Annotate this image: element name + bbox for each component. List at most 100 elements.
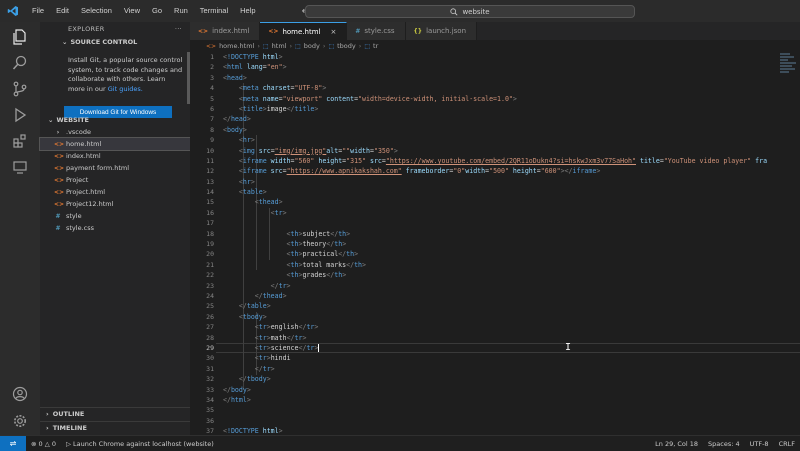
code-lines[interactable]: <!DOCTYPE html> <html lang="en"> <head> <m…	[223, 52, 800, 436]
code-line[interactable]: </table>	[223, 301, 800, 311]
code-line[interactable]: <!DOCTYPE html>	[223, 52, 800, 62]
code-line[interactable]: </tr>	[223, 281, 800, 291]
code-line[interactable]: <th>total marks</th>	[223, 260, 800, 270]
source-control-icon[interactable]	[9, 78, 31, 100]
chevron-right-icon: ›	[46, 423, 49, 432]
breadcrumb-item[interactable]: tbody	[337, 42, 356, 50]
code-line[interactable]: </tr>	[223, 364, 800, 374]
menu-go[interactable]: Go	[146, 0, 168, 22]
outline-section[interactable]: › OUTLINE	[40, 407, 190, 419]
code-line[interactable]: <tr>science</tr>	[223, 343, 800, 353]
breadcrumb-item[interactable]: html	[272, 42, 287, 50]
file-tree-item[interactable]: <> payment form.html	[40, 162, 190, 174]
search-icon[interactable]	[9, 52, 31, 74]
file-tree-item[interactable]: <> Project12.html	[40, 198, 190, 210]
menu-help[interactable]: Help	[234, 0, 261, 22]
menu-view[interactable]: View	[118, 0, 146, 22]
breadcrumb-item[interactable]: tr	[373, 42, 378, 50]
code-token: frameborder	[401, 167, 450, 176]
command-center-search[interactable]: website	[305, 5, 635, 18]
tab-launch-json[interactable]: {} launch.json	[405, 22, 478, 40]
tab-home-html[interactable]: <> home.html ×	[260, 22, 348, 40]
code-line[interactable]: <img src="img/img.jpg"alt=""width="350">	[223, 146, 800, 156]
code-line[interactable]	[223, 405, 800, 415]
code-line[interactable]: <title>image</title>	[223, 104, 800, 114]
code-line[interactable]: </thead>	[223, 291, 800, 301]
code-line[interactable]: <tr>english</tr>	[223, 322, 800, 332]
source-control-section[interactable]: ⌄ SOURCE CONTROL	[40, 36, 190, 48]
code-line[interactable]	[223, 218, 800, 228]
file-tree-item[interactable]: <> Project.html	[40, 186, 190, 198]
file-tree-item[interactable]: <> Project	[40, 174, 190, 186]
file-tree-item[interactable]: › .vscode	[40, 126, 190, 138]
file-tree-item[interactable]: <> home.html	[39, 137, 191, 151]
code-line[interactable]: <tbody>	[223, 312, 800, 322]
code-editor[interactable]: 1 2 3 4 5 6 7 8 9 10 11 12 13 14 15 16 17 18 19 20 21 22 23 24 2…	[190, 52, 800, 435]
code-token: >	[262, 188, 267, 197]
code-line[interactable]: <th>grades</th>	[223, 270, 800, 280]
indentation[interactable]: Spaces: 4	[703, 440, 745, 448]
file-tree-item[interactable]: <> index.html	[40, 150, 190, 162]
menu-file[interactable]: File	[26, 0, 50, 22]
remote-indicator-icon[interactable]: ⇌	[0, 435, 26, 451]
code-line[interactable]	[223, 416, 800, 426]
code-line[interactable]: <body>	[223, 125, 800, 135]
extensions-icon[interactable]	[9, 130, 31, 152]
code-line[interactable]: <meta charset="UTF-8">	[223, 83, 800, 93]
timeline-section[interactable]: › TIMELINE	[40, 421, 190, 433]
account-icon[interactable]	[9, 383, 31, 405]
end-of-line[interactable]: CRLF	[774, 440, 800, 448]
tab-style-css[interactable]: # style.css	[347, 22, 406, 40]
code-line[interactable]: <tr>hindi	[223, 353, 800, 363]
chevron-right-icon: ›	[46, 409, 49, 418]
menu-terminal[interactable]: Terminal	[194, 0, 234, 22]
close-icon[interactable]: ×	[330, 28, 336, 36]
code-line[interactable]: <th>subject</th>	[223, 229, 800, 239]
line-number: 8	[210, 125, 214, 134]
code-line[interactable]: <thead>	[223, 197, 800, 207]
code-line[interactable]: <th>practical</th>	[223, 249, 800, 259]
code-line[interactable]: <iframe width="560" height="315" src="ht…	[223, 156, 800, 166]
code-line[interactable]: <html lang="en">	[223, 62, 800, 72]
code-token: title	[242, 104, 263, 113]
cursor-position[interactable]: Ln 29, Col 18	[650, 440, 703, 448]
code-line[interactable]: <hr>	[223, 135, 800, 145]
code-line[interactable]: <th>theory</th>	[223, 239, 800, 249]
file-tree-item[interactable]: # style	[40, 210, 190, 222]
code-token: practical	[302, 250, 339, 259]
code-line[interactable]: <table>	[223, 187, 800, 197]
code-line[interactable]: <tr>	[223, 208, 800, 218]
file-tree-item[interactable]: # style.css	[40, 222, 190, 234]
breadcrumb-item[interactable]: body	[304, 42, 320, 50]
code-line[interactable]: <tr>math</tr>	[223, 333, 800, 343]
code-line[interactable]: <meta name="viewport" content="width=dev…	[223, 94, 800, 104]
encoding[interactable]: UTF-8	[745, 440, 774, 448]
explorer-files-icon[interactable]	[9, 26, 31, 48]
menu-edit[interactable]: Edit	[50, 0, 75, 22]
settings-gear-icon[interactable]	[9, 410, 31, 432]
code-line[interactable]: </head>	[223, 114, 800, 124]
remote-explorer-icon[interactable]	[9, 156, 31, 178]
launch-config[interactable]: ▷ Launch Chrome against localhost (websi…	[61, 440, 219, 448]
code-line[interactable]: <hr>	[223, 177, 800, 187]
code-token: >	[282, 208, 287, 217]
code-line[interactable]: </tbody>	[223, 374, 800, 384]
more-actions-icon[interactable]: ···	[175, 25, 182, 33]
code-line[interactable]: <head>	[223, 73, 800, 83]
tab-index-html[interactable]: <> index.html	[190, 22, 261, 40]
website-folder-header[interactable]: ⌄ WEBSITE	[40, 114, 190, 126]
code-token: th	[346, 250, 355, 259]
menu-selection[interactable]: Selection	[75, 0, 118, 22]
code-token: tr	[274, 208, 283, 217]
minimap[interactable]	[778, 52, 800, 435]
breadcrumb-item[interactable]: home.html	[219, 42, 254, 50]
code-line[interactable]: </body>	[223, 385, 800, 395]
git-guides-link[interactable]: Git guides.	[108, 85, 143, 93]
run-debug-icon[interactable]	[9, 104, 31, 126]
problems-indicator[interactable]: ⊗ 0 △ 0	[26, 440, 61, 448]
code-line[interactable]: </html>	[223, 395, 800, 405]
menu-run[interactable]: Run	[168, 0, 194, 22]
code-line[interactable]: <iframe src="https://www.apnikakshah.com…	[223, 166, 800, 176]
